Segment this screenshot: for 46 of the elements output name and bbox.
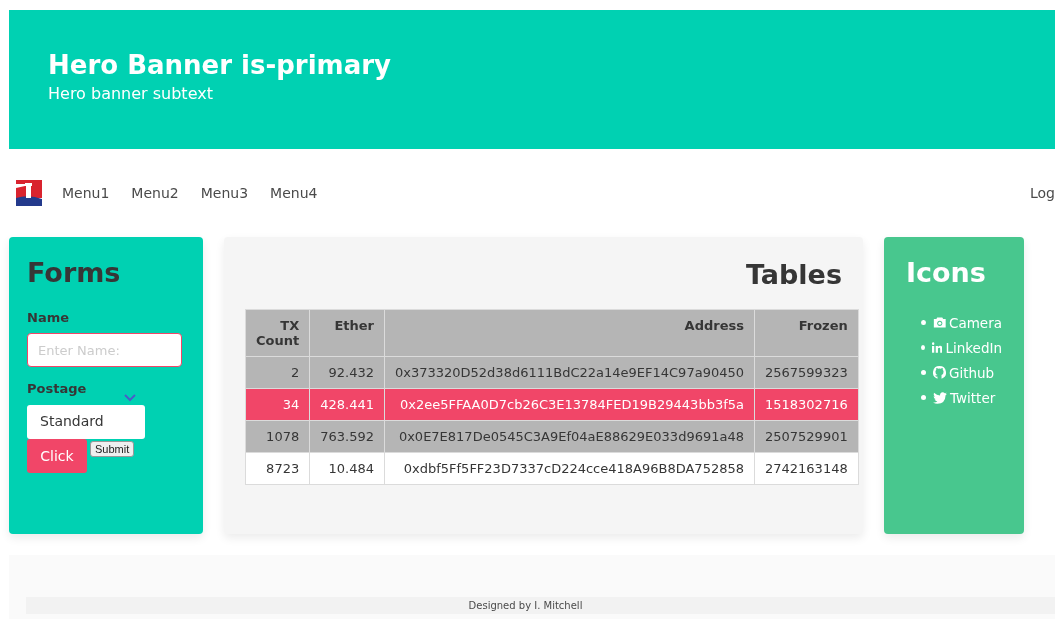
submit-button[interactable]: Submit <box>90 441 135 457</box>
bullet-icon <box>921 345 925 350</box>
name-label: Name <box>27 310 69 325</box>
table-cell: 2507529901 <box>754 420 859 453</box>
table-cell: 428.441 <box>309 388 385 421</box>
footer-credit: Designed by I. Mitchell <box>468 600 583 611</box>
postage-label: Postage <box>27 381 87 396</box>
chevron-down-icon <box>124 394 137 402</box>
lighthouse-logo-icon[interactable] <box>16 180 42 206</box>
table-cell: 34 <box>245 388 310 421</box>
table-cell: 8723 <box>245 452 310 485</box>
bird-icon <box>933 391 947 404</box>
postage-select[interactable]: Standard <box>27 405 145 439</box>
bullet-icon <box>921 370 926 375</box>
table-cell: 0xdbf5Ff5FF23D7337cD224cce418A96B8DA752858 <box>384 452 755 485</box>
camera-icon <box>932 316 946 329</box>
table-cell: 1518302716 <box>754 388 859 421</box>
column-header: TX Count <box>245 309 310 357</box>
nav-menu-item[interactable]: Menu4 <box>270 185 318 201</box>
nav-menu-item[interactable]: Menu2 <box>131 185 179 201</box>
click-button[interactable]: Click <box>27 439 87 473</box>
bullet-icon <box>921 395 926 400</box>
nav-login-link[interactable]: Log <box>1030 185 1055 201</box>
tables-title: Tables <box>744 259 842 290</box>
table-cell: 92.432 <box>309 356 385 389</box>
column-header: Frozen <box>754 309 859 357</box>
table-cell: 763.592 <box>309 420 385 453</box>
bullet-icon <box>921 320 926 325</box>
column-header: Ether <box>309 309 385 357</box>
hero-title: Hero Banner is-primary <box>48 50 392 80</box>
forms-title: Forms <box>27 257 121 288</box>
nav-menu-item[interactable]: Menu3 <box>200 185 249 201</box>
table-cell: 2567599323 <box>754 356 859 389</box>
column-header: Address <box>384 309 755 357</box>
hero-subtitle: Hero banner subtext <box>48 84 214 103</box>
github-icon <box>933 366 946 379</box>
table-cell: 0x373320D52d38d6111BdC22a14e9EF14C97a90450 <box>384 356 755 389</box>
table-cell: 2 <box>245 356 310 389</box>
linkedin-icon <box>932 341 943 354</box>
nav-menu-item[interactable]: Menu1 <box>62 185 110 201</box>
table-cell: 10.484 <box>309 452 385 485</box>
icons-title: Icons <box>906 257 987 288</box>
table-cell: 0x0E7E817De0545C3A9Ef04aE88629E033d9691a48 <box>384 420 755 453</box>
table-cell: 2742163148 <box>754 452 859 485</box>
table-cell: 0x2ee5FFAA0D7cb26C3E13784FED19B29443bb3f5a <box>384 388 755 421</box>
table-cell: 1078 <box>245 420 310 453</box>
